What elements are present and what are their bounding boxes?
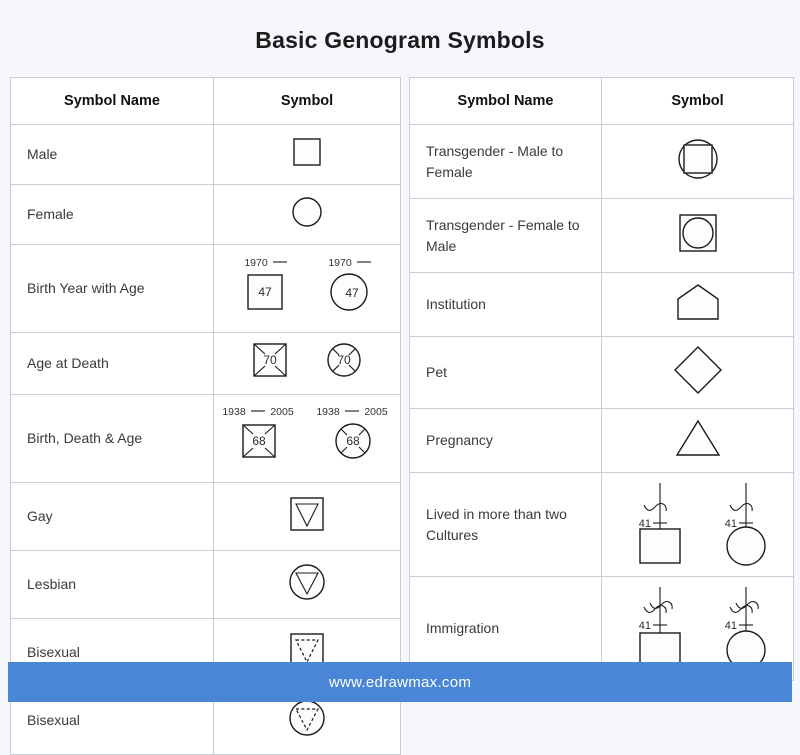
right-symbol-table: Symbol Name Symbol Transgender - Male to… [409,77,794,681]
symbol-tables-container: Symbol Name Symbol Male Female Birth Yea… [0,54,800,755]
transgender-male-to-female-icon [677,139,718,179]
symbol-name-label: Transgender - Male to Female [409,124,602,199]
symbol-cell [213,550,401,619]
pregnancy-triangle-icon [675,419,720,456]
table-row: Institution [409,272,794,337]
age-label: 41 [638,518,650,530]
male-square-icon [293,138,321,166]
table-row: Birth, Death & Age 1938 2005 68 1938 200… [10,394,401,483]
age-label: 68 [252,434,266,448]
symbol-cell [601,272,794,337]
symbol-name-label: Lived in more than two Cultures [409,472,602,577]
table-row: Transgender - Female to Male [409,198,794,273]
gay-square-triangle-icon [290,497,324,531]
symbol-cell [601,198,794,273]
birth-year-label: 1938 [222,406,246,418]
birth-death-age-female-icon: 1938 2005 68 [316,406,388,459]
symbol-cell [213,482,401,551]
age-label: 68 [346,434,360,448]
footer-url[interactable]: www.edrawmax.com [329,674,471,691]
lived-two-cultures-male-icon: 41 [638,483,681,564]
symbol-cell: 41 41 [601,472,794,577]
table-row: Pet [409,336,794,409]
institution-pentagon-icon [676,284,719,320]
symbol-name-label: Birth, Death & Age [10,394,214,483]
age-label: 41 [638,620,650,632]
immigration-male-icon: 41 [638,587,681,668]
symbol-cell: 70 70 [213,332,401,395]
symbol-name-label: Pregnancy [409,408,602,473]
symbol-name-label: Gay [10,482,214,551]
symbol-cell: 1970 47 1970 47 [213,244,401,333]
immigration-female-icon: 41 [724,587,766,670]
symbol-cell [213,124,401,185]
age-at-death-male-icon: 70 [253,343,287,377]
table-header-row: Symbol Name Symbol [409,77,794,125]
birth-year-male-icon: 1970 47 [244,257,287,310]
table-row: Male [10,124,401,185]
table-row: Lesbian [10,550,401,619]
birth-year-label: 1970 [244,257,268,269]
symbol-name-label: Institution [409,272,602,337]
transgender-female-to-male-icon [678,214,717,252]
column-header-symbol: Symbol [601,77,794,125]
symbol-name-label: Male [10,124,214,185]
table-row: Female [10,184,401,245]
column-header-symbol: Symbol [213,77,401,125]
symbol-cell [213,184,401,245]
table-header-row: Symbol Name Symbol [10,77,401,125]
symbol-name-label: Pet [409,336,602,409]
table-row: Age at Death 70 70 [10,332,401,395]
lesbian-circle-triangle-icon [289,564,325,600]
death-year-label: 2005 [270,406,294,418]
age-label: 47 [345,286,359,300]
birth-year-label: 1970 [328,257,352,269]
age-label: 70 [263,353,277,367]
symbol-cell [601,336,794,409]
symbol-cell: 1938 2005 68 1938 2005 68 [213,394,401,483]
birth-year-female-icon: 1970 47 [328,257,371,311]
age-label: 70 [337,353,351,367]
symbol-cell [601,124,794,199]
column-header-symbol-name: Symbol Name [10,77,214,125]
age-label: 41 [724,518,736,530]
female-circle-icon [292,197,322,227]
table-row: Gay [10,482,401,551]
table-row: Transgender - Male to Female [409,124,794,199]
column-header-symbol-name: Symbol Name [409,77,602,125]
page-title: Basic Genogram Symbols [255,27,545,53]
pet-diamond-icon [673,346,722,394]
age-label: 41 [724,620,736,632]
table-row: Lived in more than two Cultures 41 41 [409,472,794,577]
symbol-name-label: Age at Death [10,332,214,395]
symbol-name-label: Transgender - Female to Male [409,198,602,273]
symbol-name-label: Lesbian [10,550,214,619]
left-symbol-table: Symbol Name Symbol Male Female Birth Yea… [10,77,401,755]
age-at-death-female-icon: 70 [327,343,361,377]
symbol-name-label: Birth Year with Age [10,244,214,333]
birth-year-label: 1938 [316,406,340,418]
symbol-name-label: Female [10,184,214,245]
symbol-cell [601,408,794,473]
footer-bar: www.edrawmax.com [8,662,792,702]
death-year-label: 2005 [364,406,388,418]
table-row: Pregnancy [409,408,794,473]
birth-death-age-male-icon: 1938 2005 68 [222,406,294,458]
lived-two-cultures-female-icon: 41 [724,483,766,566]
table-row: Birth Year with Age 1970 47 1970 47 [10,244,401,333]
age-label: 47 [258,285,272,299]
